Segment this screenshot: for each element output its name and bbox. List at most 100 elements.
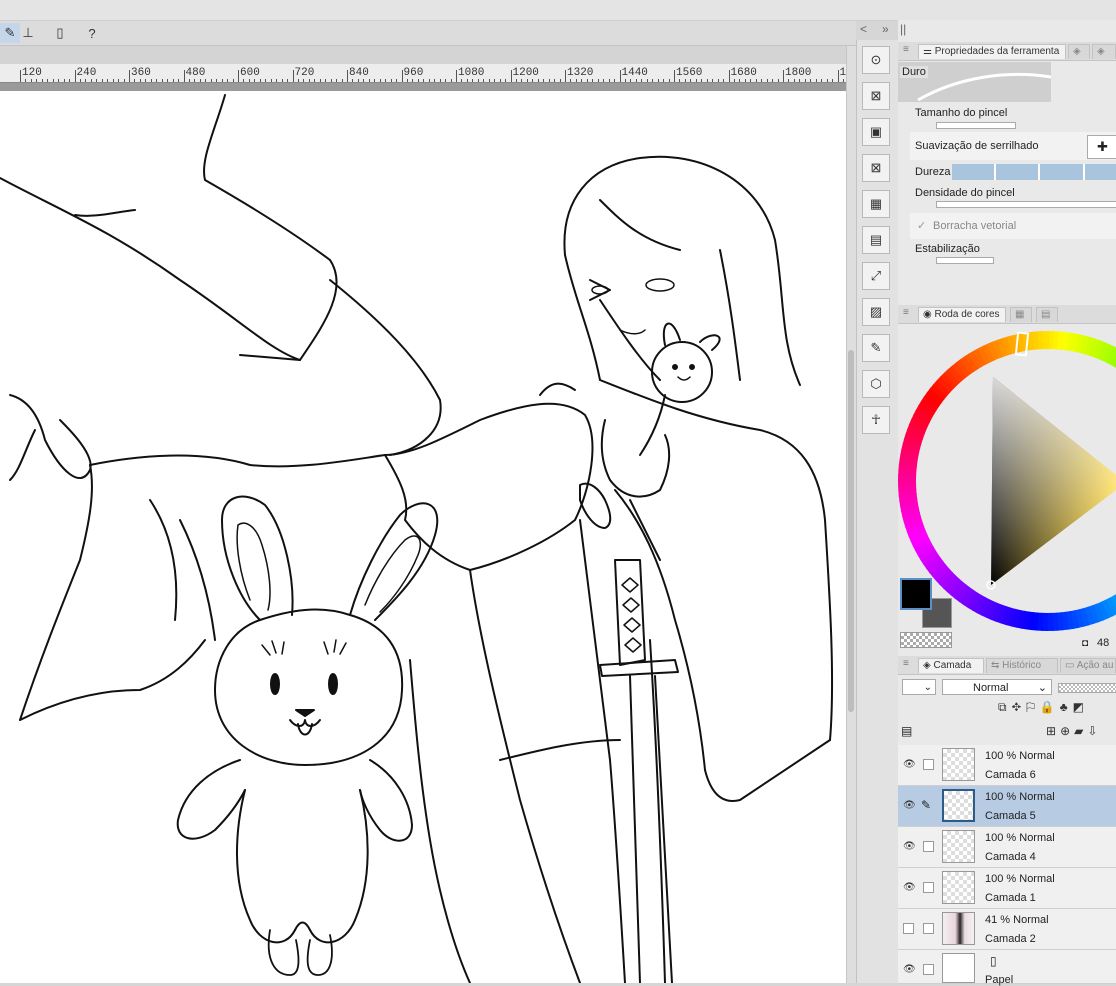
copy-layer-icon[interactable]: ▣ <box>862 118 890 146</box>
ruler-minor-tick <box>30 79 32 82</box>
panel-menu-icon[interactable]: ≡ <box>903 658 909 669</box>
checkmark-icon[interactable]: ✓ <box>917 219 926 232</box>
layer-list-icon[interactable]: ▤ <box>901 724 912 738</box>
tab-auto-action[interactable]: ▭ Ação au <box>1060 658 1116 673</box>
ruler-minor-tick <box>194 79 196 82</box>
layer-lock-box[interactable] <box>923 841 934 852</box>
canvas-top-band <box>0 46 846 64</box>
hidden-eye-box[interactable] <box>903 923 914 934</box>
ruler-minor-tick <box>69 79 71 82</box>
delete-selection-icon[interactable]: ⊠ <box>862 154 890 182</box>
ruler-minor-tick <box>390 79 392 82</box>
panel-back-button[interactable]: < <box>860 22 867 36</box>
antialias-toggle-icon[interactable]: ✚ <box>1087 135 1116 159</box>
fill-icon[interactable]: ▨ <box>862 298 890 326</box>
ruler-minor-tick <box>635 79 637 82</box>
ruler-label: 1680 <box>730 67 757 79</box>
layer-lock-box[interactable] <box>923 923 934 934</box>
panel-grip[interactable]: || <box>900 22 906 36</box>
layer-row[interactable]: 41 % Normal Camada 2 <box>898 909 1116 950</box>
layer-row[interactable]: 👁 100 % Normal Camada 4 <box>898 827 1116 868</box>
antialias-label: Suavização de serrilhado <box>915 140 1039 152</box>
brush-tool-icon[interactable]: ✎ <box>0 23 20 43</box>
layer-color-dropdown[interactable]: ⌄ <box>902 679 936 695</box>
ruler-minor-tick <box>592 79 594 82</box>
layer-property-icons: ⧉✥⚐🔒♣◩ <box>998 700 1089 715</box>
ruler-minor-tick <box>815 79 817 82</box>
panel-menu-icon[interactable]: ≡ <box>903 44 909 55</box>
phone-icon[interactable]: ▯ <box>50 23 70 43</box>
color-wheel-icon: ◉ <box>923 309 935 320</box>
layer-thumbnail-photo <box>942 912 975 945</box>
layer-row[interactable]: 👁 100 % Normal Camada 6 <box>898 745 1116 786</box>
ruler-minor-tick <box>167 79 169 82</box>
eye-icon[interactable]: 👁 <box>903 841 916 852</box>
layer-lock-box[interactable] <box>923 882 934 893</box>
clip-icon[interactable]: ⧉ <box>998 700 1012 714</box>
layer-lock-box[interactable] <box>923 964 934 975</box>
figure-icon[interactable]: ☥ <box>862 406 890 434</box>
ruler-minor-tick <box>603 79 605 82</box>
tab-color-set[interactable]: ▦ <box>1010 307 1032 322</box>
new-folder-icon[interactable]: ▰ <box>1074 724 1087 738</box>
tab-extra[interactable]: ◈ <box>1092 44 1116 59</box>
panel-forward-button[interactable]: » <box>882 22 889 36</box>
tab-subtool-detail[interactable]: ◈ <box>1068 44 1090 59</box>
tab-layer[interactable]: ◈ Camada <box>918 658 984 673</box>
transfer-icon[interactable]: ⇩ <box>1087 724 1101 738</box>
straight-line-icon[interactable]: ⊥ <box>18 23 38 43</box>
stabilization-slider[interactable] <box>936 257 994 264</box>
layer-panel-header: ≡ ◈ Camada ⇆ Histórico ▭ Ação au <box>898 656 1116 675</box>
layer-row-paper[interactable]: 👁 ▯ Papel <box>898 950 1116 986</box>
help-icon[interactable]: ? <box>82 23 102 43</box>
tone-layer-icon[interactable]: ▦ <box>862 190 890 218</box>
ruler-major-tick <box>292 70 294 82</box>
opacity-slider[interactable] <box>1058 683 1116 693</box>
draft-icon[interactable]: ⚐ <box>1026 700 1040 714</box>
ruler-minor-tick <box>423 79 425 82</box>
ruler-label: 1800 <box>785 67 812 79</box>
ruler-minor-tick <box>363 79 365 82</box>
scrollbar-thumb[interactable] <box>848 350 854 712</box>
layer-lock-box[interactable] <box>923 759 934 770</box>
ruler-minor-tick <box>766 79 768 82</box>
ruler-minor-tick <box>624 79 626 82</box>
table-layer-icon[interactable]: ▤ <box>862 226 890 254</box>
tab-tool-property[interactable]: ⚌ Propriedades da ferramenta <box>918 44 1066 59</box>
new-raster-layer-icon[interactable]: ⊞ <box>1046 724 1060 738</box>
transparent-color-swatch[interactable] <box>900 632 952 648</box>
command-bar: ✎ ⊥ ▯ ? <box>0 21 856 46</box>
lock-transparent-icon[interactable]: ♣ <box>1060 700 1073 714</box>
tab-color-history[interactable]: ▤ <box>1036 307 1058 322</box>
main-color-swatch[interactable] <box>900 578 932 610</box>
tab-history[interactable]: ⇆ Histórico <box>986 658 1058 673</box>
3d-object-icon[interactable]: ⬡ <box>862 370 890 398</box>
density-slider[interactable] <box>936 201 1116 208</box>
new-vector-layer-icon[interactable]: ⊕ <box>1060 724 1074 738</box>
tab-color-wheel[interactable]: ◉ Roda de cores <box>918 307 1006 322</box>
clear-layer-icon[interactable]: ⊠ <box>862 82 890 110</box>
panel-menu-icon[interactable]: ≡ <box>903 307 909 318</box>
edit-layer-icon[interactable]: ✎ <box>862 334 890 362</box>
chevron-down-icon: ⌄ <box>923 682 932 693</box>
eye-icon[interactable]: 👁 <box>903 964 916 975</box>
ruler-minor-tick <box>772 79 774 82</box>
reference-icon[interactable]: ✥ <box>1012 700 1026 714</box>
layer-row[interactable]: 👁 100 % Normal Camada 1 <box>898 868 1116 909</box>
layer-row-selected[interactable]: 👁 ✎ 100 % Normal Camada 5 <box>898 786 1116 827</box>
transform-icon[interactable]: ⤢ <box>862 262 890 290</box>
mask-icon[interactable]: ◩ <box>1073 700 1089 714</box>
ruler-minor-tick <box>684 79 686 82</box>
navigator-icon[interactable]: ⊙ <box>862 46 890 74</box>
eye-icon[interactable]: 👁 <box>903 800 916 811</box>
ruler-minor-tick <box>221 79 223 82</box>
ruler-minor-tick <box>287 79 289 82</box>
hardness-selector[interactable] <box>952 164 1116 180</box>
drawing-canvas[interactable] <box>0 91 846 983</box>
ruler-minor-tick <box>581 79 583 82</box>
eye-icon[interactable]: 👁 <box>903 759 916 770</box>
eye-icon[interactable]: 👁 <box>903 882 916 893</box>
blend-mode-select[interactable]: Normal ⌄ <box>942 679 1052 695</box>
lock-icon[interactable]: 🔒 <box>1040 700 1060 714</box>
brush-size-slider[interactable] <box>936 122 1016 129</box>
